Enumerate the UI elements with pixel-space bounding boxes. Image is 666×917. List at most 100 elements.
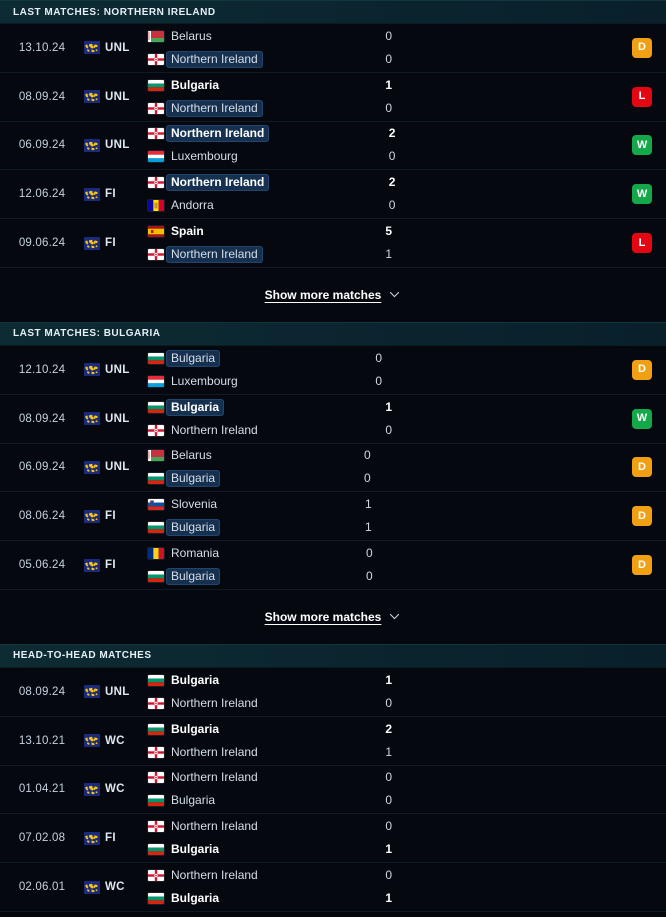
result-cell: W — [618, 184, 666, 205]
team-line-away: Bulgaria — [148, 792, 365, 809]
table-row[interactable]: 02.06.01 WC Northern Ireland Bulgaria 0 1 — [0, 863, 666, 912]
bulgaria-flag — [148, 893, 164, 905]
table-row[interactable]: 07.02.08 FI Northern Ireland Bulgaria 0 1 — [0, 814, 666, 864]
team-name[interactable]: Bulgaria — [166, 672, 224, 689]
table-row[interactable]: 12.06.24 FI Northern Ireland Andorra 2 0 W — [0, 170, 666, 220]
section-header: LAST MATCHES: NORTHERN IRELAND — [0, 0, 666, 24]
competition[interactable]: FI — [84, 509, 146, 523]
team-name[interactable]: Northern Ireland — [166, 818, 263, 835]
competition[interactable]: FI — [84, 558, 146, 572]
team-name[interactable]: Bulgaria — [166, 841, 224, 858]
team-name[interactable]: Andorra — [166, 197, 219, 214]
competition[interactable]: FI — [84, 831, 146, 845]
team-name[interactable]: Northern Ireland — [166, 99, 263, 117]
result-cell: W — [618, 135, 666, 156]
team-name[interactable]: Bulgaria — [166, 792, 220, 809]
team-name[interactable]: Bulgaria — [166, 349, 221, 367]
competition[interactable]: WC — [84, 734, 146, 748]
result-cell: W — [618, 408, 666, 429]
table-row[interactable]: 13.10.21 WC Bulgaria Northern Ireland 2 1 — [0, 716, 666, 766]
teams: Bulgaria Northern Ireland — [146, 672, 365, 712]
competition[interactable]: FI — [84, 187, 146, 201]
section-head-to-head-matches: HEAD-TO-HEAD MATCHES 08.09.24 UNL Bulgaria N… — [0, 643, 666, 912]
teams: Northern Ireland Andorra — [146, 174, 369, 214]
table-row[interactable]: 08.09.24 UNL Bulgaria Northern Ireland 1 0 W — [0, 394, 666, 444]
team-name[interactable]: Northern Ireland — [166, 50, 263, 68]
teams: Belarus Northern Ireland — [146, 28, 365, 68]
competition-label: UNL — [105, 90, 130, 103]
competition[interactable]: UNL — [84, 412, 146, 426]
team-name[interactable]: Luxembourg — [166, 148, 243, 165]
table-row[interactable]: 08.06.24 FI Slovenia Bulgaria 1 1 D — [0, 492, 666, 542]
table-row[interactable]: 09.06.24 FI Spain Northern Ireland 5 1 L — [0, 219, 666, 268]
table-row[interactable]: 01.04.21 WC Northern Ireland Bulgaria 0 0 — [0, 765, 666, 815]
team-line-home: Northern Ireland — [148, 867, 365, 884]
score-home: 0 — [385, 770, 393, 785]
belarus-flag — [148, 30, 164, 42]
competition[interactable]: WC — [84, 782, 146, 796]
team-name[interactable]: Bulgaria — [166, 721, 224, 738]
team-name[interactable]: Belarus — [166, 28, 217, 45]
match-date: 08.06.24 — [18, 510, 66, 523]
result-cell: D — [618, 457, 666, 478]
table-row[interactable]: 12.10.24 UNL Bulgaria Luxembourg 0 0 D — [0, 345, 666, 395]
teams: Northern Ireland Bulgaria — [146, 818, 365, 858]
team-name[interactable]: Northern Ireland — [166, 744, 263, 761]
team-name[interactable]: Northern Ireland — [166, 867, 263, 884]
team-line-away: Luxembourg — [148, 373, 355, 390]
teams: Romania Bulgaria — [146, 545, 346, 586]
world-map-icon — [84, 734, 100, 748]
bulgaria-flag — [148, 473, 164, 485]
table-row[interactable]: 08.09.24 UNL Bulgaria Northern Ireland 1 0 L — [0, 72, 666, 122]
team-name[interactable]: Bulgaria — [166, 519, 221, 537]
team-name[interactable]: Romania — [166, 545, 224, 562]
team-line-away: Bulgaria — [148, 470, 344, 488]
table-row[interactable]: 05.06.24 FI Romania Bulgaria 0 0 D — [0, 541, 666, 590]
team-name[interactable]: Luxembourg — [166, 373, 243, 390]
team-name[interactable]: Northern Ireland — [166, 769, 263, 786]
table-row[interactable]: 06.09.24 UNL Northern Ireland Luxembourg 2 0 W — [0, 121, 666, 171]
team-line-away: Northern Ireland — [148, 50, 365, 68]
competition[interactable]: UNL — [84, 90, 146, 104]
competition-label: UNL — [105, 139, 130, 152]
bulgaria-flag — [148, 401, 164, 413]
team-line-home: Belarus — [148, 447, 344, 464]
team-name[interactable]: Northern Ireland — [166, 695, 263, 712]
competition[interactable]: UNL — [84, 460, 146, 474]
team-name[interactable]: Belarus — [166, 447, 217, 464]
competition[interactable]: UNL — [84, 138, 146, 152]
show-more-matches-button[interactable]: Show more matches — [0, 589, 666, 644]
team-name[interactable]: Bulgaria — [166, 470, 221, 488]
table-row[interactable]: 06.09.24 UNL Belarus Bulgaria 0 0 D — [0, 443, 666, 493]
team-name[interactable]: Northern Ireland — [166, 246, 263, 264]
score-home: 1 — [385, 77, 393, 92]
team-name[interactable]: Bulgaria — [166, 568, 221, 586]
score-away: 0 — [375, 373, 383, 388]
result-cell: D — [618, 555, 666, 576]
team-line-home: Northern Ireland — [148, 125, 369, 143]
team-line-away: Luxembourg — [148, 148, 369, 165]
team-name[interactable]: Northern Ireland — [166, 125, 270, 143]
team-name[interactable]: Spain — [166, 223, 209, 240]
teams: Northern Ireland Bulgaria — [146, 867, 365, 907]
table-row[interactable]: 13.10.24 UNL Belarus Northern Ireland 0 0 D — [0, 24, 666, 73]
competition[interactable]: UNL — [84, 41, 146, 55]
show-more-matches-button[interactable]: Show more matches — [0, 267, 666, 322]
team-name[interactable]: Bulgaria — [166, 890, 224, 907]
competition[interactable]: FI — [84, 236, 146, 250]
team-name[interactable]: Northern Ireland — [166, 422, 263, 439]
world-map-icon — [84, 412, 100, 426]
match-date: 12.06.24 — [18, 188, 66, 201]
competition[interactable]: UNL — [84, 685, 146, 699]
table-row[interactable]: 08.09.24 UNL Bulgaria Northern Ireland 1 0 — [0, 667, 666, 717]
team-line-away: Northern Ireland — [148, 695, 365, 712]
team-name[interactable]: Slovenia — [166, 496, 222, 513]
team-name[interactable]: Bulgaria — [166, 398, 225, 416]
team-name[interactable]: Bulgaria — [166, 77, 224, 94]
competition[interactable]: UNL — [84, 363, 146, 377]
team-name[interactable]: Northern Ireland — [166, 174, 270, 192]
competition-label: FI — [105, 559, 116, 572]
score-away: 1 — [385, 247, 393, 262]
competition[interactable]: WC — [84, 880, 146, 894]
team-line-away: Northern Ireland — [148, 744, 365, 761]
